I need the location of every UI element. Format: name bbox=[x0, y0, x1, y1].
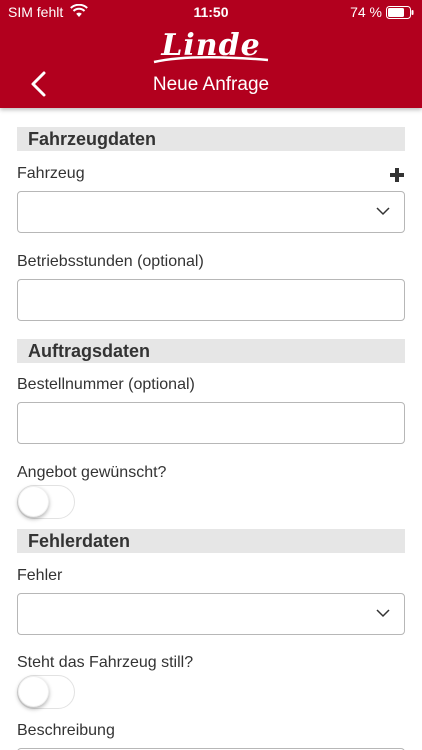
chevron-down-icon bbox=[376, 207, 390, 216]
error-select[interactable] bbox=[17, 593, 405, 635]
operating-hours-input[interactable] bbox=[17, 279, 405, 321]
app-header: SIM fehlt 11:50 74 % Linde Neue Anfrage bbox=[0, 0, 422, 108]
vehicle-label: Fahrzeug bbox=[17, 165, 85, 182]
description-label: Beschreibung bbox=[17, 722, 115, 739]
order-number-label: Bestellnummer (optional) bbox=[17, 376, 195, 393]
error-label: Fehler bbox=[17, 567, 63, 584]
order-number-input[interactable] bbox=[17, 402, 405, 444]
toggle-knob bbox=[18, 676, 49, 707]
toggle-knob bbox=[18, 486, 49, 517]
battery-icon bbox=[386, 6, 414, 19]
offer-requested-toggle[interactable] bbox=[17, 485, 75, 519]
status-bar: SIM fehlt 11:50 74 % bbox=[0, 0, 422, 24]
vehicle-select[interactable] bbox=[17, 191, 405, 233]
chevron-down-icon bbox=[376, 609, 390, 618]
section-header-error: Fehlerdaten bbox=[17, 529, 405, 553]
vehicle-standstill-toggle[interactable] bbox=[17, 675, 75, 709]
section-header-vehicle: Fahrzeugdaten bbox=[17, 127, 405, 151]
operating-hours-label: Betriebsstunden (optional) bbox=[17, 253, 204, 270]
vehicle-standstill-label: Steht das Fahrzeug still? bbox=[17, 654, 194, 671]
logo-swoosh-icon bbox=[153, 55, 269, 64]
battery-percentage: 74 % bbox=[350, 4, 382, 20]
add-vehicle-plus-icon[interactable] bbox=[389, 167, 405, 183]
offer-requested-label: Angebot gewünscht? bbox=[17, 464, 167, 481]
section-header-order: Auftragsdaten bbox=[17, 339, 405, 363]
page-title: Neue Anfrage bbox=[152, 74, 270, 95]
